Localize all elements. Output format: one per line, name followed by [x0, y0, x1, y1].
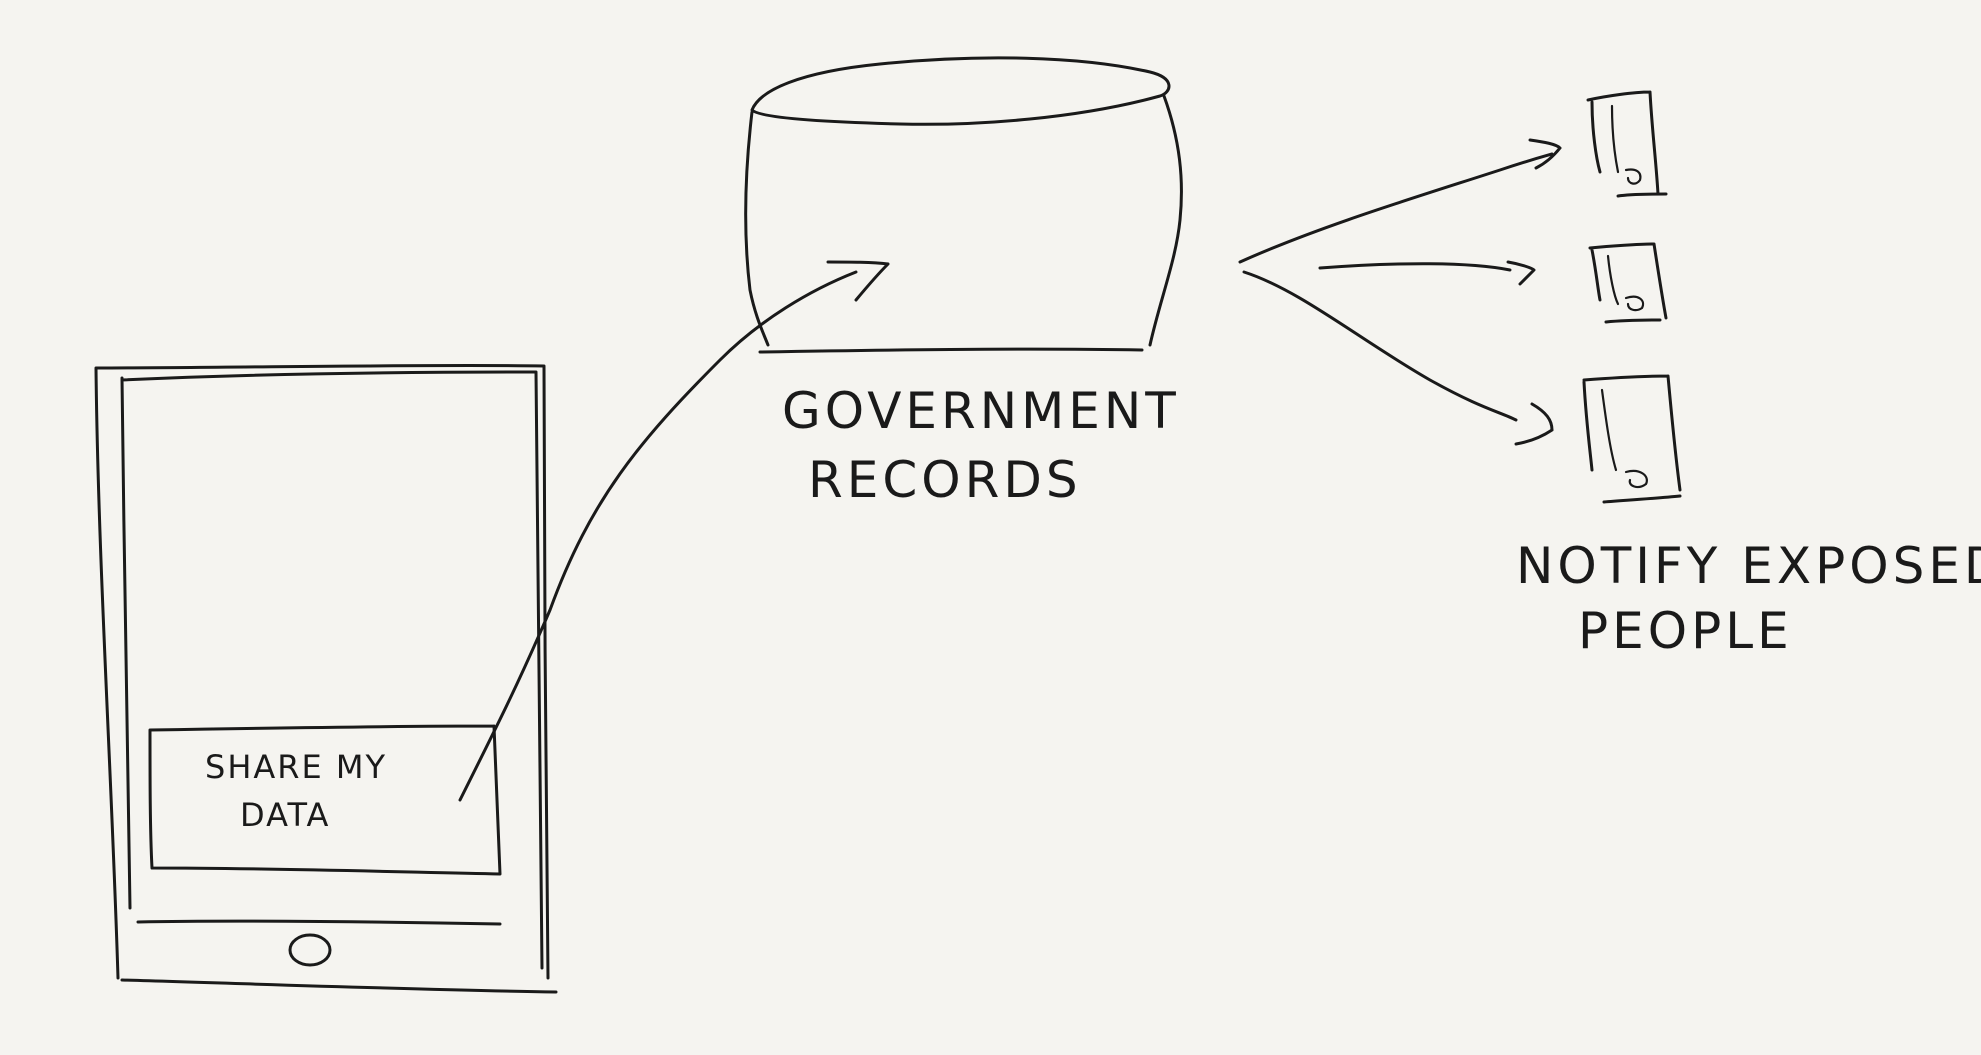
recipient-phone-2-button — [1624, 295, 1645, 312]
recipient-phone-1-button — [1624, 168, 1642, 185]
recipient-phone-3-button — [1624, 469, 1648, 489]
arrow-head-3 — [1514, 402, 1554, 446]
share-button-label-line2: DATA — [240, 796, 330, 834]
cylinder-left-side — [744, 110, 770, 347]
arrows-database-to-recipients — [1238, 138, 1562, 446]
sketch-diagram: SHARE MY DATA GOVERNMENT RECORDS NOTIFY … — [94, 56, 1981, 994]
cylinder-right-side — [1148, 94, 1183, 347]
recipient-phone-3 — [1582, 374, 1682, 504]
arrow-to-recipient-2 — [1318, 262, 1512, 272]
recipients-label-line1: NOTIFY EXPOSED — [1516, 537, 1981, 595]
home-button[interactable] — [288, 933, 332, 967]
arrow-phone-to-database — [458, 260, 890, 802]
database-label-line2: RECORDS — [808, 451, 1082, 509]
recipient-phone-3-frame — [1582, 374, 1682, 504]
recipient-phone-1-frame — [1586, 90, 1668, 198]
phone-bezel-line — [136, 919, 502, 926]
cylinder-bottom — [758, 347, 1144, 354]
arrow-head-2 — [1506, 260, 1536, 286]
recipient-phone-1-screen — [1610, 104, 1620, 174]
recipient-phone-1 — [1586, 90, 1668, 198]
recipients-label-line2: PEOPLE — [1578, 602, 1793, 660]
share-button-label-line1: SHARE MY — [205, 748, 387, 786]
recipient-phone-2 — [1588, 242, 1668, 324]
arrow-to-recipient-1 — [1238, 152, 1554, 264]
recipient-phones — [1582, 90, 1682, 504]
cylinder-top — [750, 56, 1171, 126]
arrow-head-1 — [1528, 138, 1562, 170]
arrow-to-recipient-3 — [1242, 270, 1518, 422]
database-label-line1: GOVERNMENT — [782, 382, 1180, 440]
phone: SHARE MY DATA — [94, 363, 558, 994]
database-cylinder: GOVERNMENT RECORDS — [744, 56, 1183, 509]
recipient-phone-2-screen — [1606, 254, 1620, 306]
recipient-phone-3-screen — [1600, 388, 1618, 472]
phone-outer-frame — [94, 363, 558, 994]
phone-screen — [120, 370, 544, 970]
recipient-phone-2-frame — [1588, 242, 1668, 324]
